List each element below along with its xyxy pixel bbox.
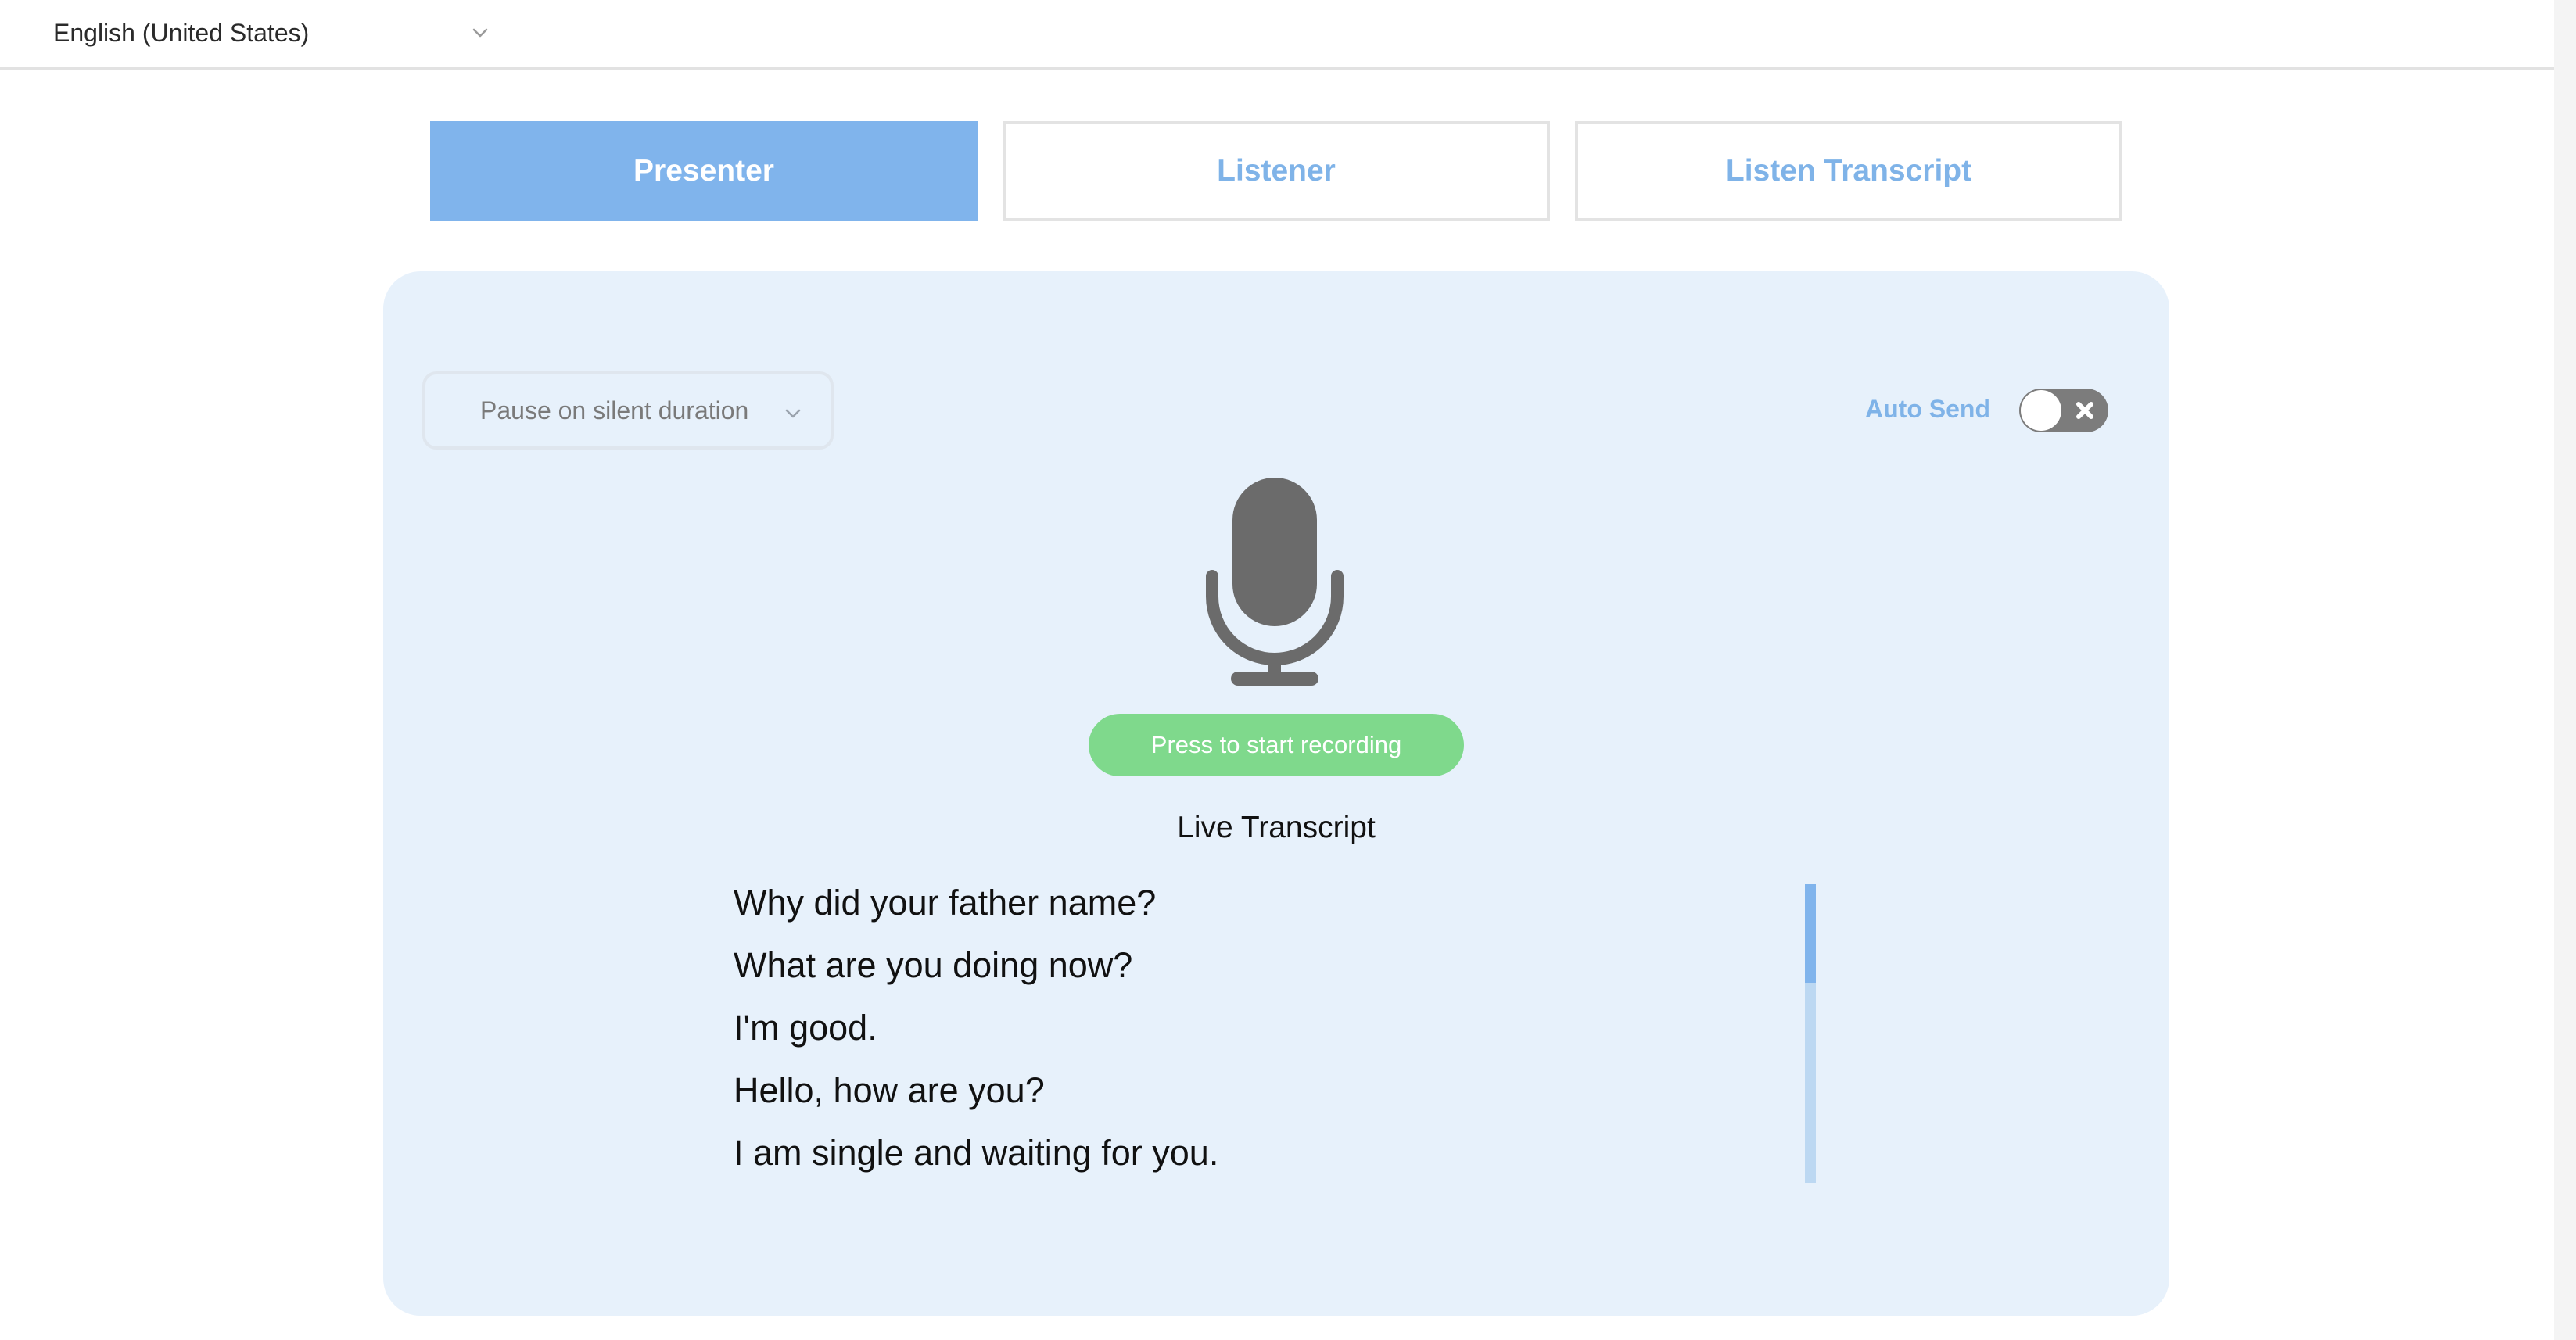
transcript-line: I am single and waiting for you. [734,1133,1219,1173]
page-scrollbar[interactable] [2554,0,2576,1340]
tab-presenter[interactable]: Presenter [430,121,978,221]
live-transcript-list: Why did your father name? What are you d… [734,880,1828,1192]
toggle-knob [2021,390,2061,431]
tab-listen-transcript[interactable]: Listen Transcript [1575,121,2122,221]
language-select-value: English (United States) [53,18,310,47]
pause-duration-placeholder: Pause on silent duration [480,396,749,425]
top-bar: English (United States) [0,0,2554,70]
chevron-down-icon [472,28,488,38]
auto-send-label: Auto Send [1865,395,1990,423]
auto-send-toggle[interactable] [2019,389,2108,432]
start-recording-button[interactable]: Press to start recording [1089,714,1464,776]
transcript-line: Why did your father name? [734,883,1157,923]
transcript-scrollbar[interactable] [1805,884,1816,1183]
transcript-line: Hello, how are you? [734,1070,1045,1110]
presenter-panel: Pause on silent duration Auto Send Press… [383,271,2169,1316]
tab-listener[interactable]: Listener [1003,121,1550,221]
language-select[interactable]: English (United States) [53,11,491,55]
microphone-icon[interactable] [1206,478,1344,686]
live-transcript-title: Live Transcript [1177,811,1376,844]
close-icon [2076,402,2093,419]
chevron-down-icon [785,409,801,418]
transcript-scrollbar-thumb[interactable] [1805,884,1816,983]
transcript-line: What are you doing now? [734,945,1133,985]
pause-duration-select[interactable]: Pause on silent duration [422,371,834,450]
transcript-line: I'm good. [734,1008,877,1048]
